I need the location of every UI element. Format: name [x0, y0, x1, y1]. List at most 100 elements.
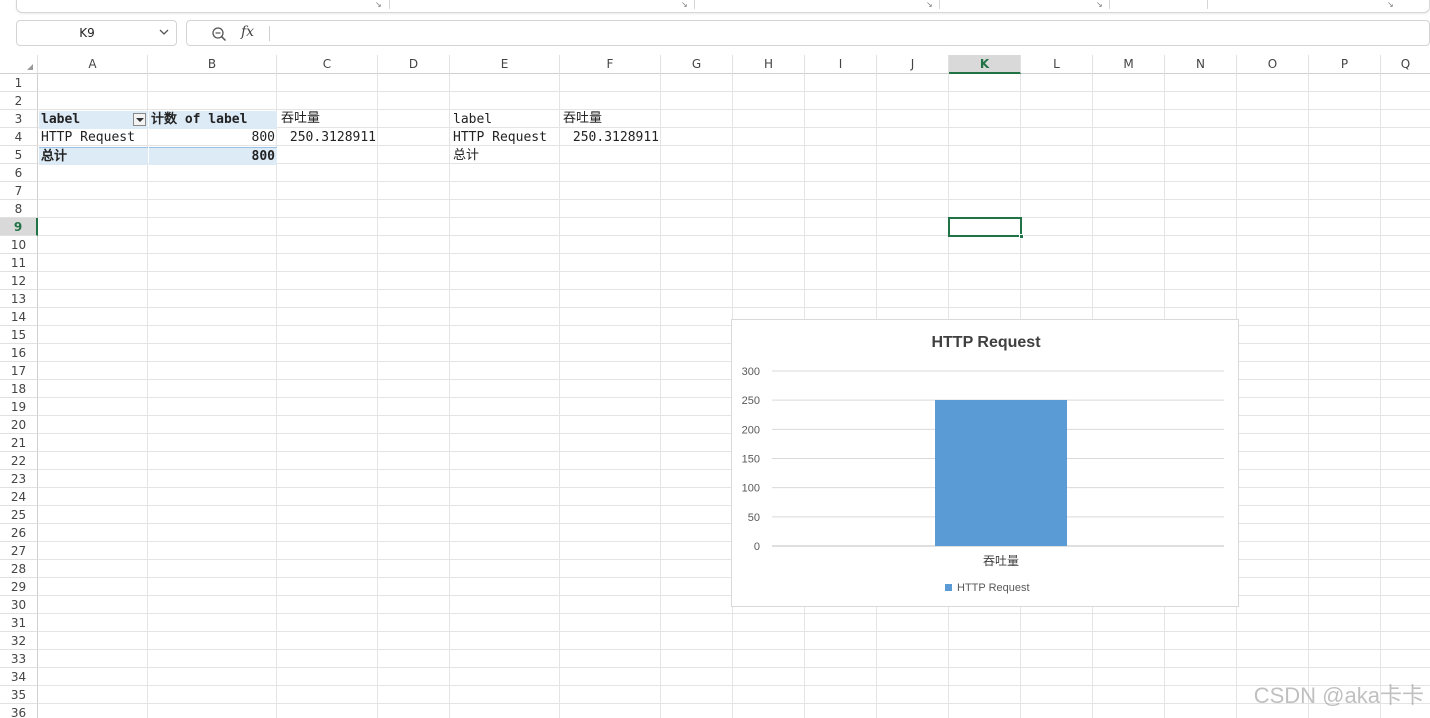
column-gridline: [147, 74, 148, 718]
column-header-G[interactable]: G: [661, 55, 733, 74]
dialog-launcher-icon[interactable]: ↘: [681, 1, 689, 9]
select-all-corner[interactable]: [0, 55, 38, 74]
row-header-32[interactable]: 32: [0, 632, 38, 650]
row-header-29[interactable]: 29: [0, 578, 38, 596]
column-gridline: [1380, 74, 1381, 718]
row-header-20[interactable]: 20: [0, 416, 38, 434]
row-header-24[interactable]: 24: [0, 488, 38, 506]
row-gridline: [38, 253, 1430, 254]
watermark: CSDN @aka卡卡: [1253, 683, 1424, 708]
zoom-icon[interactable]: [211, 26, 227, 42]
chart-canvas: HTTP Request 0 50 100 150 200 250 300 吞吐量 HTTP…: [742, 334, 1224, 594]
row-header-4[interactable]: 4: [0, 128, 38, 146]
row-header-33[interactable]: 33: [0, 650, 38, 668]
row-header-13[interactable]: 13: [0, 290, 38, 308]
column-gridline: [559, 74, 560, 718]
name-box-value[interactable]: K9: [17, 21, 157, 45]
row-header-26[interactable]: 26: [0, 524, 38, 542]
row-header-17[interactable]: 17: [0, 362, 38, 380]
ribbon-group-divider: [1207, 0, 1208, 9]
row-gridline: [38, 217, 1430, 218]
column-header-F[interactable]: F: [560, 55, 661, 74]
column-header-K[interactable]: K: [949, 55, 1021, 74]
chart-title[interactable]: HTTP Request: [931, 334, 1041, 351]
cell-E3[interactable]: label: [451, 111, 559, 129]
row-header-2[interactable]: 2: [0, 92, 38, 110]
insert-function-icon[interactable]: fx: [241, 24, 254, 40]
column-header-D[interactable]: D: [378, 55, 450, 74]
pivot-header-count[interactable]: 计数 of label: [149, 111, 277, 129]
row-header-35[interactable]: 35: [0, 686, 38, 704]
cell-F3[interactable]: 吞吐量: [561, 110, 661, 128]
row-header-36[interactable]: 36: [0, 704, 38, 718]
row-header-31[interactable]: 31: [0, 614, 38, 632]
row-header-16[interactable]: 16: [0, 344, 38, 362]
column-header-J[interactable]: J: [877, 55, 949, 74]
row-header-14[interactable]: 14: [0, 308, 38, 326]
row-header-18[interactable]: 18: [0, 380, 38, 398]
row-header-30[interactable]: 30: [0, 596, 38, 614]
row-header-10[interactable]: 10: [0, 236, 38, 254]
pivot-total-count[interactable]: 800: [149, 147, 277, 165]
row-header-27[interactable]: 27: [0, 542, 38, 560]
column-header-P[interactable]: P: [1309, 55, 1381, 74]
row-header-6[interactable]: 6: [0, 164, 38, 182]
column-header-L[interactable]: L: [1021, 55, 1093, 74]
dialog-launcher-icon[interactable]: ↘: [926, 1, 934, 9]
row-header-19[interactable]: 19: [0, 398, 38, 416]
name-box[interactable]: K9: [16, 20, 177, 46]
row-header-21[interactable]: 21: [0, 434, 38, 452]
pivot-row-count[interactable]: 800: [149, 129, 277, 147]
pivot-total-label[interactable]: 总计: [39, 147, 148, 165]
row-header-3[interactable]: 3: [0, 110, 38, 128]
dialog-launcher-icon[interactable]: ↘: [375, 1, 383, 9]
fill-handle[interactable]: [1019, 234, 1024, 239]
pivot-header-label[interactable]: label: [39, 111, 148, 129]
formula-bar[interactable]: fx: [186, 20, 1430, 46]
column-header-M[interactable]: M: [1093, 55, 1165, 74]
column-header-A[interactable]: A: [38, 55, 148, 74]
row-gridline: [38, 667, 1430, 668]
row-gridline: [38, 181, 1430, 182]
row-header-11[interactable]: 11: [0, 254, 38, 272]
column-header-Q[interactable]: Q: [1381, 55, 1430, 74]
column-header-E[interactable]: E: [450, 55, 560, 74]
column-header-I[interactable]: I: [805, 55, 877, 74]
legend-label[interactable]: HTTP Request: [957, 582, 1030, 594]
row-header-5[interactable]: 5: [0, 146, 38, 164]
row-header-1[interactable]: 1: [0, 74, 38, 92]
row-gridline: [38, 631, 1430, 632]
row-header-22[interactable]: 22: [0, 452, 38, 470]
row-header-12[interactable]: 12: [0, 272, 38, 290]
bar-http-request[interactable]: [935, 399, 1067, 546]
row-header-7[interactable]: 7: [0, 182, 38, 200]
ribbon-group-divider: [389, 0, 390, 9]
column-header-O[interactable]: O: [1237, 55, 1309, 74]
select-all-icon[interactable]: [27, 64, 33, 70]
row-gridline: [38, 685, 1430, 686]
dialog-launcher-icon[interactable]: ↘: [1387, 1, 1395, 9]
row-header-25[interactable]: 25: [0, 506, 38, 524]
filter-dropdown-icon[interactable]: [133, 113, 146, 126]
chevron-down-icon[interactable]: [158, 26, 170, 38]
dialog-launcher-icon[interactable]: ↘: [1096, 1, 1104, 9]
cell-C3[interactable]: 吞吐量: [279, 110, 379, 128]
column-header-C[interactable]: C: [277, 55, 378, 74]
row-header-9[interactable]: 9: [0, 218, 38, 236]
cell-E4[interactable]: HTTP Request: [451, 129, 559, 147]
row-header-34[interactable]: 34: [0, 668, 38, 686]
cell-C4[interactable]: 250.3128911: [279, 129, 378, 147]
pivot-row-label[interactable]: HTTP Request: [39, 129, 148, 147]
cell-E5[interactable]: 总计: [451, 147, 559, 165]
row-header-23[interactable]: 23: [0, 470, 38, 488]
column-gridline: [276, 74, 277, 718]
active-cell-K9[interactable]: [948, 217, 1024, 239]
column-header-B[interactable]: B: [148, 55, 277, 74]
row-header-8[interactable]: 8: [0, 200, 38, 218]
row-header-28[interactable]: 28: [0, 560, 38, 578]
row-header-15[interactable]: 15: [0, 326, 38, 344]
column-header-H[interactable]: H: [733, 55, 805, 74]
column-header-N[interactable]: N: [1165, 55, 1237, 74]
cell-F4[interactable]: 250.3128911: [561, 129, 661, 147]
bar-chart[interactable]: HTTP Request 0 50 100 150 200 250 300 吞吐量 HTTP…: [731, 319, 1239, 607]
